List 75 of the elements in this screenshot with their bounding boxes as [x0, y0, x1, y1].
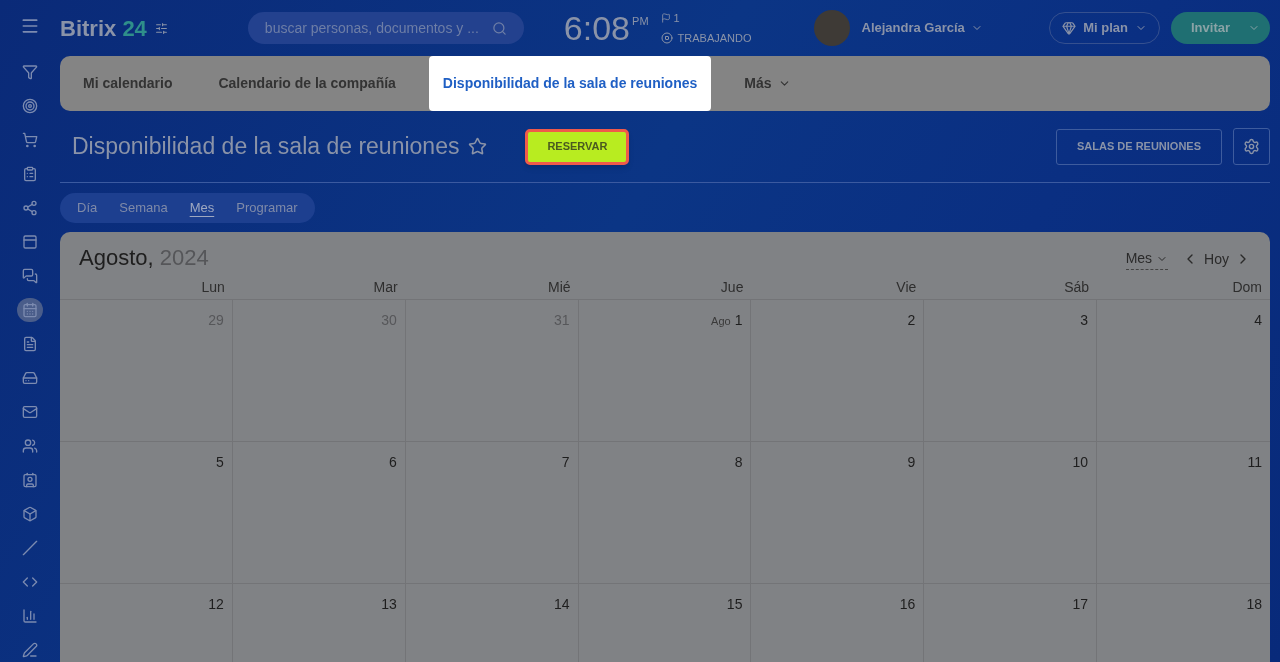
day-number: 16	[899, 595, 916, 614]
tab[interactable]: Más	[721, 56, 814, 111]
month-label: Ago	[711, 314, 731, 329]
tab[interactable]: Calendario de la compañía	[195, 56, 419, 111]
user-menu[interactable]: Alejandra García	[861, 18, 983, 38]
weekday-label: Mar	[372, 278, 399, 297]
day-number: 8	[734, 453, 743, 472]
day-number: 12	[208, 595, 224, 614]
flag-icon	[660, 12, 671, 23]
reserve-button[interactable]: RESERVAR	[525, 128, 630, 165]
day-cell[interactable]: 7	[405, 442, 579, 583]
day-cell[interactable]: 8	[578, 442, 752, 583]
day-number: 15	[726, 595, 743, 614]
day-number: 9	[907, 453, 916, 472]
day-number: 1	[734, 311, 743, 330]
day-cell[interactable]: Ago 1	[578, 300, 752, 441]
weekday-label: Lun	[200, 278, 226, 297]
day-number: 6	[388, 453, 397, 472]
rooms-button[interactable]: SALAS DE REUNIONES	[1056, 128, 1222, 165]
day-number: 7	[561, 453, 570, 472]
day-cell[interactable]: 6	[232, 442, 406, 583]
day-cell[interactable]: 3	[924, 300, 1098, 441]
view-tab[interactable]: Programar	[225, 197, 309, 218]
today-button[interactable]: Hoy	[1204, 248, 1229, 270]
day-cell[interactable]: 17	[924, 584, 1098, 662]
view-select[interactable]: Mes	[1125, 248, 1169, 270]
day-cell[interactable]: 5	[60, 442, 233, 583]
tab[interactable]: Mi calendario	[60, 56, 196, 111]
day-number: 5	[216, 453, 224, 472]
star-icon[interactable]	[468, 137, 488, 156]
day-cell[interactable]: 12	[60, 584, 233, 662]
day-cell[interactable]: 2	[751, 300, 925, 441]
view-tab[interactable]: Día	[66, 197, 109, 218]
clock-ampm: PM	[632, 14, 649, 29]
day-cell[interactable]: 15	[578, 584, 752, 662]
day-cell[interactable]: 4	[1097, 300, 1270, 441]
day-cell[interactable]: 14	[405, 584, 579, 662]
day-number: 4	[1254, 311, 1262, 330]
day-cell[interactable]: 11	[1097, 442, 1270, 583]
weekday-label: Sáb	[1063, 278, 1091, 297]
weekday-label: Jue	[719, 278, 745, 297]
clock-time: 6:08	[563, 11, 631, 45]
calendar-icon[interactable]	[17, 298, 43, 322]
page-title: Disponibilidad de la sala de reuniones	[72, 132, 460, 162]
work-status: TRABAJANDO	[677, 31, 752, 46]
day-number: 13	[381, 595, 397, 614]
diamond-icon	[1062, 21, 1077, 35]
weekday-label: Vie	[895, 278, 918, 297]
day-cell[interactable]: 16	[751, 584, 925, 662]
menu-icon[interactable]	[20, 16, 40, 36]
view-tab[interactable]: Mes	[178, 197, 226, 218]
logo-text: Bitrix 24	[60, 14, 147, 43]
day-number: 11	[1247, 453, 1262, 472]
weekday-label: Mié	[547, 278, 572, 297]
weekday-label: Dom	[1231, 278, 1263, 297]
view-tab[interactable]: Semana	[108, 197, 179, 218]
day-cell[interactable]: 18	[1097, 584, 1270, 662]
day-cell[interactable]: 10	[924, 442, 1098, 583]
day-number: 10	[1072, 453, 1089, 472]
day-number: 3	[1080, 311, 1089, 330]
day-number: 2	[907, 311, 916, 330]
flag-count: 1	[673, 10, 680, 26]
search-field[interactable]: buscar personas, documentos y ...	[247, 12, 524, 44]
search-icon[interactable]	[491, 20, 507, 36]
day-number: 18	[1246, 595, 1262, 614]
sliders-icon[interactable]	[154, 21, 168, 35]
tab[interactable]: Disponibilidad de la sala de reuniones	[428, 56, 712, 111]
day-cell[interactable]: 13	[232, 584, 406, 662]
day-number: 14	[554, 595, 570, 614]
day-number: 17	[1072, 595, 1089, 614]
settings-icon	[1243, 138, 1260, 155]
day-cell[interactable]: 9	[751, 442, 925, 583]
stop-icon[interactable]	[660, 32, 673, 45]
invite-button[interactable]: Invitar	[1171, 12, 1270, 44]
settings-button[interactable]	[1233, 128, 1270, 165]
